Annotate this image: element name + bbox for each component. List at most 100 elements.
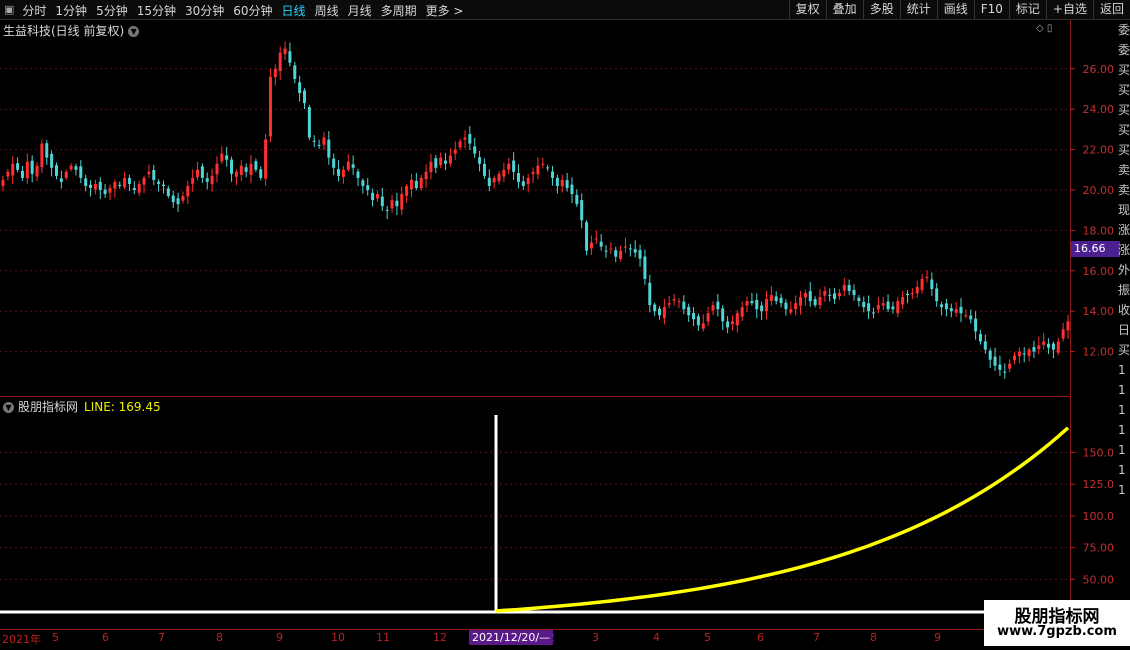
candle-body [886, 301, 890, 310]
candle-body [385, 209, 389, 211]
candle-body [390, 200, 394, 209]
main-y-tick-label: 20.00 [1083, 184, 1115, 197]
candle-body [1037, 345, 1041, 350]
candle-body [429, 161, 433, 173]
main-y-tick-label: 12.00 [1083, 346, 1115, 359]
candle-body [113, 181, 117, 189]
candle-body [40, 143, 44, 168]
candle-body [230, 159, 234, 174]
candlestick-chart[interactable]: 26.00 24.00 22.00 20.00 18.00 16.00 14.00 12.00… [0, 0, 1130, 650]
candle-body [176, 198, 180, 205]
candle-body [225, 155, 229, 160]
candle-body [585, 222, 589, 251]
candle-body [375, 194, 379, 199]
candle-body [439, 157, 443, 166]
main-y-tick-label: 14.00 [1083, 305, 1115, 318]
indicator-line [495, 426, 1070, 613]
panel-divider[interactable] [0, 396, 1070, 397]
candle-body [361, 180, 365, 186]
candle-body [502, 169, 506, 177]
candle-body [507, 163, 511, 170]
candle-body [444, 160, 448, 164]
candle-body [555, 177, 559, 186]
candle-body [619, 250, 623, 260]
candle-body [930, 279, 934, 289]
candle-body [366, 185, 370, 190]
candle-body [672, 299, 676, 301]
candle-body [200, 166, 204, 178]
date-tick-label: 4 [653, 631, 660, 644]
quote-panel-char: 1 [1118, 463, 1126, 477]
date-tick-label: 6 [102, 631, 109, 644]
candle-body [983, 341, 987, 350]
quote-panel-char: 卖 [1118, 163, 1130, 177]
candle-body [157, 181, 161, 184]
candle-body [1027, 349, 1031, 356]
candle-body [546, 167, 550, 169]
candle-body [726, 321, 730, 328]
quote-panel-char: 买 [1118, 103, 1130, 117]
candle-body [25, 161, 29, 179]
quote-panel-char: 买 [1118, 143, 1130, 157]
candle-body [89, 184, 93, 188]
candle-body [969, 315, 973, 320]
candle-body [959, 306, 963, 314]
chevron-down-icon[interactable]: ▼ [3, 402, 14, 413]
candle-body [784, 302, 788, 310]
candle-body [580, 200, 584, 221]
candle-body [609, 248, 613, 250]
candle-body [268, 76, 272, 137]
candle-body [896, 301, 900, 314]
candle-body [978, 334, 982, 342]
candle-body [852, 289, 856, 296]
indicator-line-value: LINE: 169.45 [84, 400, 161, 414]
quote-panel-char: 现 [1118, 203, 1130, 217]
candle-body [346, 161, 350, 170]
candle-body [1061, 329, 1065, 339]
candle-body [696, 316, 700, 326]
candle-body [1042, 341, 1046, 345]
candle-body [166, 188, 170, 197]
candle-body [638, 250, 642, 259]
candle-body [108, 187, 112, 193]
candle-body [730, 321, 734, 325]
main-y-tick-label: 18.00 [1083, 224, 1115, 237]
candle-body [837, 293, 841, 297]
candle-body [400, 194, 404, 210]
candle-body [371, 192, 375, 201]
quote-panel-edge: 委委买买买买买卖卖现涨涨外振收日买1111111 [1118, 20, 1130, 648]
candle-body [925, 276, 929, 278]
candle-body [823, 291, 827, 296]
date-tick-label: 11 [376, 631, 390, 644]
candle-body [6, 171, 10, 177]
candle-body [803, 293, 807, 298]
candle-body [35, 165, 39, 177]
quote-panel-char: 买 [1118, 83, 1130, 97]
candle-body [662, 307, 666, 319]
candle-body [288, 51, 292, 63]
candle-body [98, 181, 102, 190]
candle-body [487, 177, 491, 186]
candle-body [409, 179, 413, 190]
quote-panel-char: 1 [1118, 363, 1126, 377]
quote-panel-char: 外 [1118, 263, 1130, 277]
candle-body [127, 177, 131, 184]
candle-body [210, 175, 214, 185]
candle-body [1047, 343, 1051, 348]
main-y-tick-label: 22.00 [1083, 144, 1115, 157]
quote-panel-char: 1 [1118, 403, 1126, 417]
candle-body [1032, 347, 1036, 352]
candle-body [161, 184, 165, 186]
candle-body [54, 165, 58, 176]
candle-body [711, 305, 715, 311]
candle-body [760, 305, 764, 312]
quote-panel-char: 1 [1118, 483, 1126, 497]
candle-body [303, 90, 307, 104]
candle-body [653, 304, 657, 312]
candle-body [322, 137, 326, 145]
candle-body [628, 248, 632, 250]
candle-body [478, 157, 482, 164]
candle-body [910, 293, 914, 295]
candle-body [1008, 363, 1012, 369]
candle-body [789, 309, 793, 313]
